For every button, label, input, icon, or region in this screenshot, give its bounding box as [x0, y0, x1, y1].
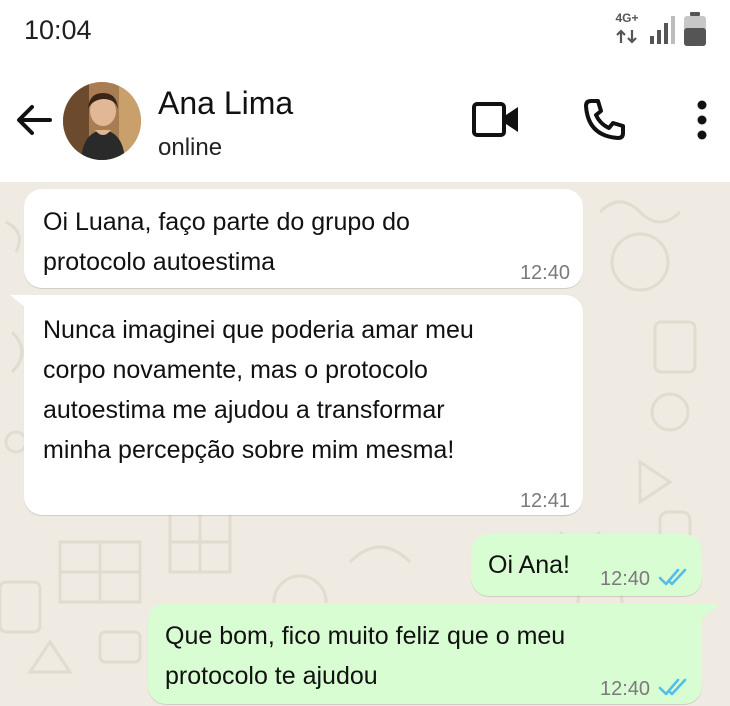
status-time: 10:04 — [24, 15, 92, 45]
message-time: 12:41 — [519, 490, 570, 512]
phone-icon — [584, 99, 625, 140]
message-time: 12:40 — [519, 262, 570, 284]
signal-icon — [650, 16, 675, 44]
avatar[interactable] — [63, 82, 141, 160]
video-call-icon — [472, 102, 518, 137]
message-incoming[interactable]: Oi Luana, faço parte do grupo do protoco… — [24, 189, 583, 288]
message-text: Nunca imaginei que poderia amar meu corp… — [43, 316, 474, 464]
status-bar: 10:04 4G+ — [0, 0, 730, 62]
video-call-button[interactable] — [470, 98, 522, 142]
more-options-button[interactable] — [688, 98, 716, 142]
status-icons: 4G+ — [610, 12, 710, 48]
contact-name[interactable]: Ana Lima — [158, 85, 293, 122]
message-outgoing[interactable]: Que bom, fico muito feliz que o meu prot… — [148, 603, 702, 704]
avatar-image — [63, 82, 141, 160]
message-time: 12:40 — [600, 678, 651, 700]
message-text: Oi Ana! — [488, 551, 570, 579]
voice-call-button[interactable] — [580, 96, 628, 144]
read-ticks-icon — [658, 568, 687, 586]
more-options-icon — [697, 100, 707, 140]
read-ticks-icon — [658, 678, 687, 696]
back-button[interactable] — [12, 98, 56, 142]
message-incoming[interactable]: Nunca imaginei que poderia amar meu corp… — [24, 295, 583, 515]
message-text: Oi Luana, faço parte do grupo do protoco… — [43, 208, 410, 276]
battery-icon — [684, 12, 706, 46]
message-text: Que bom, fico muito feliz que o meu prot… — [165, 622, 566, 690]
message-outgoing[interactable]: Oi Ana! 12:40 — [471, 534, 702, 596]
back-arrow-icon — [17, 105, 52, 135]
bubble-tail — [700, 603, 720, 621]
network-arrows-icon: 4G+ — [610, 12, 644, 48]
message-time: 12:40 — [600, 568, 651, 590]
chat-area[interactable]: Oi Luana, faço parte do grupo do protoco… — [0, 182, 730, 706]
chat-header: Ana Lima online — [0, 62, 730, 182]
contact-status: online — [158, 134, 223, 161]
